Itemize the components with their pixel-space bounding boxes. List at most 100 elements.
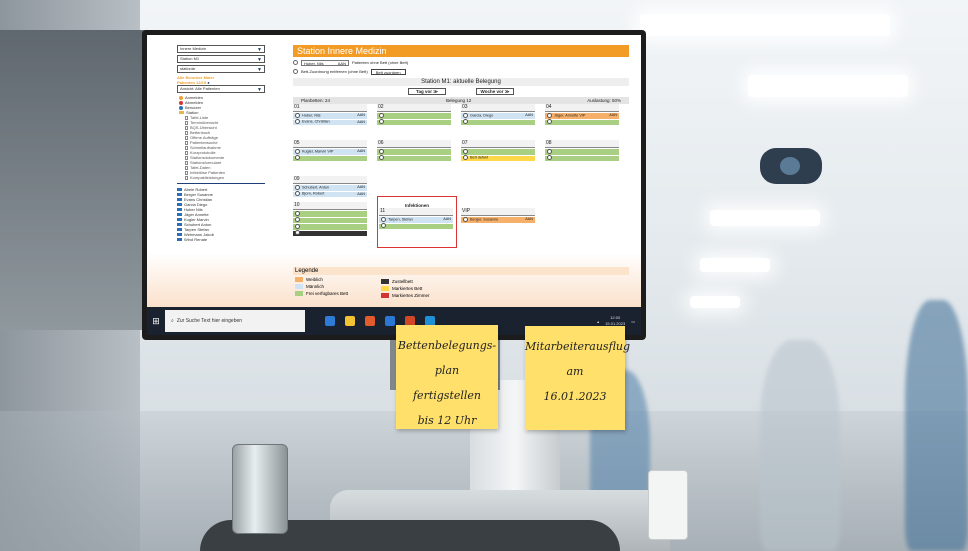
bed-slot[interactable] (545, 155, 619, 161)
legend-title: Legende (293, 267, 629, 275)
network-icon[interactable]: ▴ (597, 319, 599, 324)
view-select[interactable]: Ansicht: Alle Patienten ▼ (177, 85, 265, 93)
legend-label: Markiertes Zimmer (392, 293, 430, 298)
room-number: 06 (377, 140, 451, 148)
bed-slot[interactable]: Kugler, Marvin VIP AAN (293, 149, 367, 155)
patient-icon (177, 218, 182, 222)
bed-patient-name: Jäger, Annette VIP (547, 113, 585, 119)
department-select[interactable]: Innere Medizin ▼ (177, 45, 265, 53)
room-03: 03 Garcia, Diego AAN (461, 104, 535, 125)
bed-code: AAN (443, 217, 451, 221)
week-forward-button[interactable]: Woche vor ≫ (476, 88, 514, 95)
search-placeholder: Zur Suche Text hier eingeben (176, 318, 243, 324)
bed-slot[interactable] (377, 149, 451, 155)
ward-heading: Station M1: aktuelle Belegung (293, 78, 629, 86)
patient-icon (177, 203, 182, 207)
bed-patient-name: Berger, Susanne (463, 217, 498, 223)
file-explorer-icon[interactable] (345, 316, 355, 326)
bed-patient-name: Huber, Nils (295, 113, 321, 119)
patient-name: Wind Renate (184, 237, 208, 242)
bed-slot[interactable] (461, 119, 535, 125)
bed-slot[interactable] (545, 119, 619, 125)
radio-2-label: Bett-Zuordnung entfernen (ohne Bett) (301, 69, 368, 74)
bed-slot[interactable] (293, 211, 367, 217)
bed-slot[interactable] (377, 113, 451, 119)
bed-patient-name (295, 224, 302, 230)
bed-slot[interactable] (377, 155, 451, 161)
date-nav: Tag vor ≫ Woche vor ≫ (293, 88, 629, 95)
bed-slot[interactable] (377, 119, 451, 125)
bed-patient-name (295, 211, 302, 217)
bed-patient-name (547, 155, 554, 161)
bed-slot[interactable]: Bjorn, Robert AAN (293, 191, 367, 197)
legend-item: Männlich (295, 284, 324, 289)
room-number: VIP (461, 208, 535, 216)
page-title: Station Innere Medizin (293, 45, 629, 57)
radio-patient[interactable] (293, 60, 298, 65)
day-forward-button[interactable]: Tag vor ≫ (408, 88, 446, 95)
navigation-tree: Anmelden Abmelden Benutzer Station Tafel-Lis… (177, 95, 265, 180)
bed-patient-name (295, 230, 302, 236)
bed-slot[interactable] (379, 223, 453, 229)
word-icon[interactable] (385, 316, 395, 326)
bed-slot[interactable]: Jäger, Annette VIP AAN (545, 113, 619, 119)
browser-icon[interactable] (365, 316, 375, 326)
screen: Innere Medizin ▼ Station M1 ▼ stationär ▼ A… (147, 35, 641, 335)
tree-item[interactable]: Kompaktleistungen (177, 175, 265, 180)
legend-swatch (381, 286, 389, 291)
bed-slot[interactable]: Schubert, Anton AAN (293, 185, 367, 191)
chevron-down-icon: ▼ (257, 87, 262, 93)
note1-line2: plan (434, 364, 460, 377)
chevron-down-icon: ▼ (257, 67, 262, 73)
room-05: 05 Kugler, Marvin VIP AAN (293, 140, 367, 161)
patient-item[interactable]: Wind Renate (177, 237, 265, 242)
bed-slot[interactable] (461, 149, 535, 155)
bed-slot[interactable] (293, 230, 367, 236)
bed-patient-name: Tarpen, Stefan (381, 217, 413, 223)
bed-slot[interactable] (293, 217, 367, 223)
folder-icon (179, 111, 184, 115)
sticky-note-bed-plan: Bettenbelegungs- plan fertigstellen bis … (396, 325, 498, 429)
ward-select[interactable]: Station M1 ▼ (177, 55, 265, 63)
note2-line3: 16.01.2023 (543, 390, 607, 403)
room-04: 04 Jäger, Annette VIP AAN (545, 104, 619, 125)
radio-unassign[interactable] (293, 69, 298, 74)
cup (648, 470, 688, 540)
person-blurred (905, 300, 968, 551)
legend-swatch (295, 277, 303, 282)
notification-icon[interactable]: ▭ (631, 319, 635, 324)
bed-slot[interactable]: Tarpen, Stefan AAN (379, 217, 453, 223)
bed-slot[interactable] (293, 155, 367, 161)
bed-code: AAN (357, 119, 365, 124)
legend-swatch (295, 284, 303, 289)
room-number: 03 (461, 104, 535, 112)
tree-item-label: Kompaktleistungen (190, 175, 225, 180)
bed-slot[interactable] (293, 224, 367, 230)
patient-assign-row: Huber, Nils AAN Patienten ohne Bett (ohne… (293, 59, 629, 66)
legend-swatch (381, 279, 389, 284)
ceiling-light (700, 258, 770, 272)
bed-slot[interactable] (545, 149, 619, 155)
note2-line1: Mitarbeiterausflug (525, 340, 631, 353)
assign-bed-button[interactable]: Bett zuordnen (370, 68, 406, 75)
taskbar-search[interactable]: ⌕ Zur Suche Text hier eingeben (165, 310, 305, 332)
room-number: 07 (461, 140, 535, 148)
windows-start-icon[interactable]: ⊞ (147, 307, 165, 335)
bed-slot[interactable]: Garcia, Diego AAN (461, 113, 535, 119)
patient-select[interactable]: Huber, Nils AAN (301, 59, 349, 66)
bed-slot[interactable]: Berger, Susanne AAN (461, 217, 535, 223)
view-select-value: Ansicht: Alle Patienten (180, 86, 220, 91)
bed-slot[interactable]: Evans, Christian AAN (293, 119, 367, 125)
patient-icon (177, 238, 182, 242)
patient-icon (177, 193, 182, 197)
legend-swatch (381, 293, 389, 298)
bed-patient-name (381, 223, 388, 229)
type-select[interactable]: stationär ▼ (177, 65, 265, 73)
task-view-icon[interactable] (325, 316, 335, 326)
document-icon (185, 175, 188, 180)
legend-label: Zustellbett (392, 279, 413, 284)
note1-line1: Bettenbelegungs- (397, 339, 497, 352)
unassign-row: Bett-Zuordnung entfernen (ohne Bett) Bet… (293, 68, 629, 75)
bed-slot[interactable]: Bett defekt (461, 155, 535, 161)
bed-slot[interactable]: Huber, Nils AAN (293, 113, 367, 119)
